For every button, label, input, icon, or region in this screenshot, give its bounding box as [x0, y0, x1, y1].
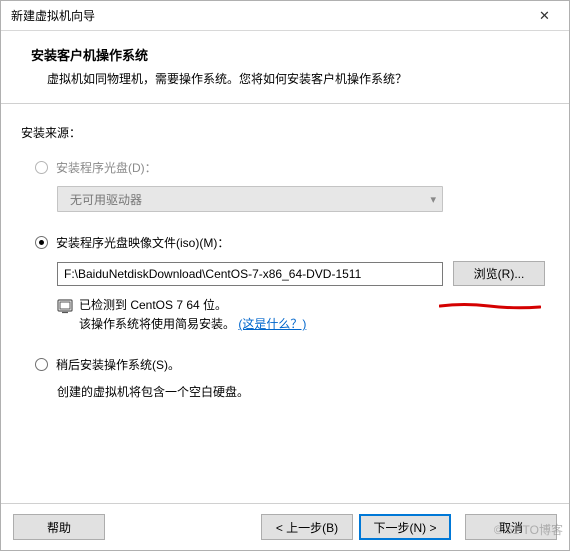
option-iso[interactable]: 安装程序光盘映像文件(iso)(M)： — [35, 234, 549, 251]
radio-icon — [35, 358, 48, 371]
detected-os-line: 已检测到 CentOS 7 64 位。 — [79, 296, 306, 315]
next-button[interactable]: 下一步(N) > — [359, 514, 451, 540]
window-title: 新建虚拟机向导 — [11, 7, 95, 24]
install-source-group: 安装程序光盘(D)： 无可用驱动器 ▾ 安装程序光盘映像文件(iso)(M)： … — [21, 159, 549, 400]
wizard-footer: 帮助 < 上一步(B) 下一步(N) > 取消 — [1, 503, 569, 550]
header-subtitle: 虚拟机如同物理机，需要操作系统。您将如何安装客户机操作系统？ — [31, 70, 545, 87]
drive-select-value: 无可用驱动器 — [70, 191, 142, 208]
radio-icon — [35, 161, 48, 174]
wizard-header: 安装客户机操作系统 虚拟机如同物理机，需要操作系统。您将如何安装客户机操作系统？ — [1, 31, 569, 104]
whats-this-link[interactable]: (这是什么？) — [238, 317, 306, 331]
drive-select: 无可用驱动器 ▾ — [57, 186, 443, 212]
annotation-underline — [439, 301, 541, 311]
easy-install-line: 该操作系统将使用简易安装。 (这是什么？) — [79, 315, 306, 334]
titlebar: 新建虚拟机向导 ✕ — [1, 1, 569, 31]
option-iso-label: 安装程序光盘映像文件(iso)(M)： — [56, 234, 229, 251]
iso-path-input[interactable] — [57, 262, 443, 286]
close-icon: ✕ — [539, 8, 550, 24]
wizard-window: 新建虚拟机向导 ✕ 安装客户机操作系统 虚拟机如同物理机，需要操作系统。您将如何… — [0, 0, 570, 551]
option-later-label: 稍后安装操作系统(S)。 — [56, 356, 180, 373]
cancel-button[interactable]: 取消 — [465, 514, 557, 540]
back-button[interactable]: < 上一步(B) — [261, 514, 353, 540]
help-button[interactable]: 帮助 — [13, 514, 105, 540]
later-note: 创建的虚拟机将包含一个空白硬盘。 — [35, 383, 549, 400]
radio-icon — [35, 236, 48, 249]
option-installer-disc: 安装程序光盘(D)： — [35, 159, 549, 176]
option-install-later[interactable]: 稍后安装操作系统(S)。 — [35, 356, 549, 373]
source-label: 安装来源： — [21, 124, 549, 141]
header-title: 安装客户机操作系统 — [31, 45, 545, 64]
info-icon — [57, 298, 73, 314]
option-disc-label: 安装程序光盘(D)： — [56, 159, 157, 176]
close-button[interactable]: ✕ — [522, 1, 567, 30]
chevron-down-icon: ▾ — [430, 193, 436, 206]
browse-button[interactable]: 浏览(R)... — [453, 261, 545, 286]
